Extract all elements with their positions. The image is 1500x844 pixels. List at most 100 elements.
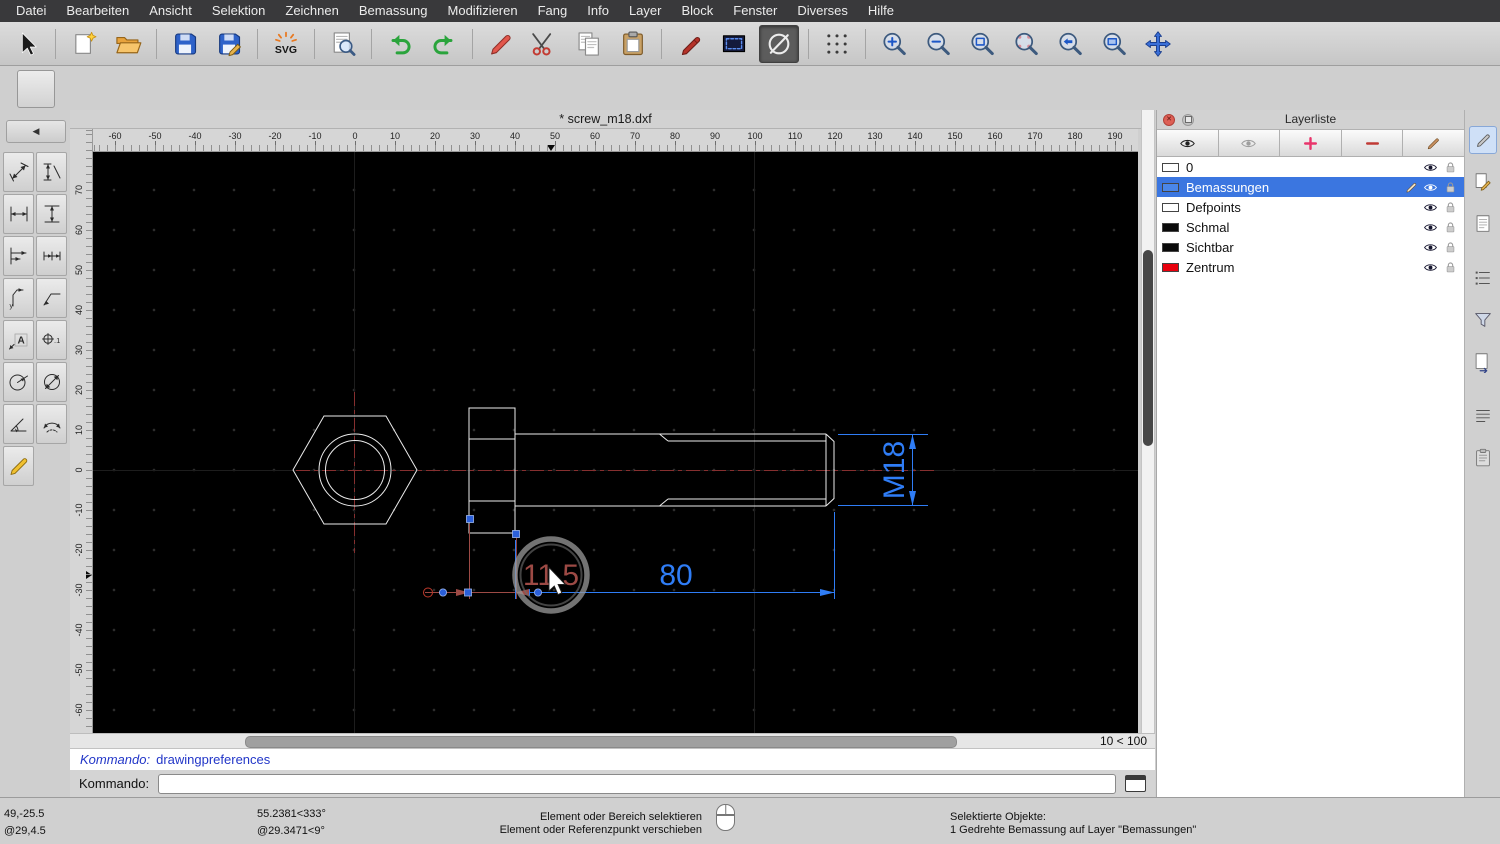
layer-visibility-icon[interactable]: [1423, 260, 1438, 275]
dimension-arc-button[interactable]: [36, 404, 67, 444]
menu-item-info[interactable]: Info: [577, 0, 619, 22]
grid-toggle-button[interactable]: [818, 26, 856, 62]
dimension-linear-button[interactable]: [36, 152, 67, 192]
dimension-radial-button[interactable]: [3, 362, 34, 402]
new-file-button[interactable]: [65, 26, 103, 62]
dock-pen-button[interactable]: [1468, 126, 1497, 154]
copy-button[interactable]: [570, 26, 608, 62]
dimension-tolerance-button[interactable]: .1: [36, 320, 67, 360]
tab-zoom-icon[interactable]: [98, 113, 111, 126]
layer-lock-icon[interactable]: [1443, 160, 1458, 175]
layer-visibility-icon[interactable]: [1423, 160, 1438, 175]
layer-row-zentrum[interactable]: Zentrum: [1157, 257, 1464, 277]
dock-filter-button[interactable]: [1469, 306, 1497, 334]
dim-m18-text[interactable]: M18: [878, 441, 911, 499]
dock-page-pen-button[interactable]: [1469, 168, 1497, 196]
command-detach-button[interactable]: [1125, 775, 1146, 792]
layer-lock-icon[interactable]: [1443, 180, 1458, 195]
zoom-previous-button[interactable]: [1051, 26, 1089, 62]
menu-item-selektion[interactable]: Selektion: [202, 0, 275, 22]
menu-item-modifizieren[interactable]: Modifizieren: [438, 0, 528, 22]
dimension-horizontal-button[interactable]: [3, 194, 34, 234]
dimension-baseline-button[interactable]: [3, 236, 34, 276]
drawing-canvas[interactable]: 80 M18 11.5: [93, 152, 1138, 733]
dimension-continue-button[interactable]: [36, 236, 67, 276]
selection-window-button[interactable]: [715, 26, 753, 62]
dock-list-button[interactable]: [1469, 264, 1497, 292]
undo-button[interactable]: [381, 26, 419, 62]
layer-row-0[interactable]: 0: [1157, 157, 1464, 177]
layer-visibility-icon[interactable]: [1423, 200, 1438, 215]
layer-visibility-icon[interactable]: [1423, 220, 1438, 235]
palette-collapse-button[interactable]: ◀: [6, 120, 66, 143]
edit-entity-button[interactable]: [482, 26, 520, 62]
add-layer-button[interactable]: [1280, 130, 1342, 156]
layer-row-defpoints[interactable]: Defpoints: [1157, 197, 1464, 217]
layer-lock-icon[interactable]: [1443, 200, 1458, 215]
pan-button[interactable]: [1139, 26, 1177, 62]
pointer-tool-button[interactable]: [17, 70, 55, 108]
menu-item-fenster[interactable]: Fenster: [723, 0, 787, 22]
toolbar-separator: [472, 28, 473, 59]
tab-close-icon[interactable]: [78, 113, 91, 126]
dock-page-arrow-button[interactable]: [1469, 348, 1497, 376]
edit-layer-button[interactable]: [1403, 130, 1464, 156]
dimension-leader-button[interactable]: [36, 278, 67, 318]
attributes-button[interactable]: [671, 26, 709, 62]
dock-page-button[interactable]: [1469, 210, 1497, 238]
vertical-scrollbar-thumb[interactable]: [1143, 250, 1153, 446]
menu-item-bemassung[interactable]: Bemassung: [349, 0, 438, 22]
dimension-aligned-button[interactable]: [3, 152, 34, 192]
dimension-vertical-button[interactable]: [36, 194, 67, 234]
zoom-out-button[interactable]: [919, 26, 957, 62]
svg-export-button[interactable]: SVG: [267, 26, 305, 62]
horizontal-scrollbar-thumb[interactable]: [245, 736, 957, 748]
layer-row-bemassungen[interactable]: Bemassungen: [1157, 177, 1464, 197]
horizontal-scrollbar[interactable]: 10 < 100: [70, 733, 1155, 748]
zoom-auto-button[interactable]: [963, 26, 1001, 62]
dimension-angular-button[interactable]: [3, 404, 34, 444]
dock-lines-button[interactable]: [1469, 402, 1497, 430]
layer-lock-icon[interactable]: [1443, 260, 1458, 275]
layer-list: 0 Bemassungen Defpoints Schmal Sichtbar Zentr…: [1157, 157, 1464, 797]
hide-all-layers-button[interactable]: [1218, 130, 1281, 156]
layer-row-sichtbar[interactable]: Sichtbar: [1157, 237, 1464, 257]
pointer-tool-button[interactable]: [8, 26, 46, 62]
print-preview-button[interactable]: [324, 26, 362, 62]
menu-item-diverses[interactable]: Diverses: [787, 0, 858, 22]
draft-mode-button[interactable]: [759, 24, 799, 63]
dimension-ordinate-button[interactable]: y: [3, 278, 34, 318]
menu-item-datei[interactable]: Datei: [6, 0, 56, 22]
redo-button[interactable]: [425, 26, 463, 62]
vertical-scrollbar[interactable]: [1141, 110, 1155, 747]
zoom-redraw-button[interactable]: [1007, 26, 1045, 62]
menu-item-layer[interactable]: Layer: [619, 0, 672, 22]
dimension-leader-pen-button[interactable]: [3, 446, 34, 486]
ruler-number: -40: [74, 623, 84, 637]
save-file-as-button[interactable]: [210, 26, 248, 62]
menu-item-bearbeiten[interactable]: Bearbeiten: [56, 0, 139, 22]
menu-item-hilfe[interactable]: Hilfe: [858, 0, 904, 22]
menu-item-fang[interactable]: Fang: [528, 0, 578, 22]
save-file-button[interactable]: [166, 26, 204, 62]
dimension-label-button[interactable]: A: [3, 320, 34, 360]
layer-lock-icon[interactable]: [1443, 220, 1458, 235]
layer-visibility-icon[interactable]: [1423, 240, 1438, 255]
menu-item-ansicht[interactable]: Ansicht: [139, 0, 202, 22]
cut-button[interactable]: [526, 26, 564, 62]
paste-button[interactable]: [614, 26, 652, 62]
open-file-button[interactable]: [109, 26, 147, 62]
layer-visibility-icon[interactable]: [1423, 180, 1438, 195]
zoom-window-button[interactable]: [1095, 26, 1133, 62]
command-input[interactable]: [158, 773, 1116, 794]
dim-80-text[interactable]: 80: [659, 559, 692, 592]
zoom-in-button[interactable]: [875, 26, 913, 62]
layer-lock-icon[interactable]: [1443, 240, 1458, 255]
remove-layer-button[interactable]: [1341, 130, 1404, 156]
dock-clipboard-button[interactable]: [1469, 444, 1497, 472]
dimension-diametric-button[interactable]: [36, 362, 67, 402]
show-all-layers-button[interactable]: [1157, 130, 1219, 156]
menu-item-zeichnen[interactable]: Zeichnen: [275, 0, 348, 22]
layer-row-schmal[interactable]: Schmal: [1157, 217, 1464, 237]
menu-item-block[interactable]: Block: [671, 0, 723, 22]
